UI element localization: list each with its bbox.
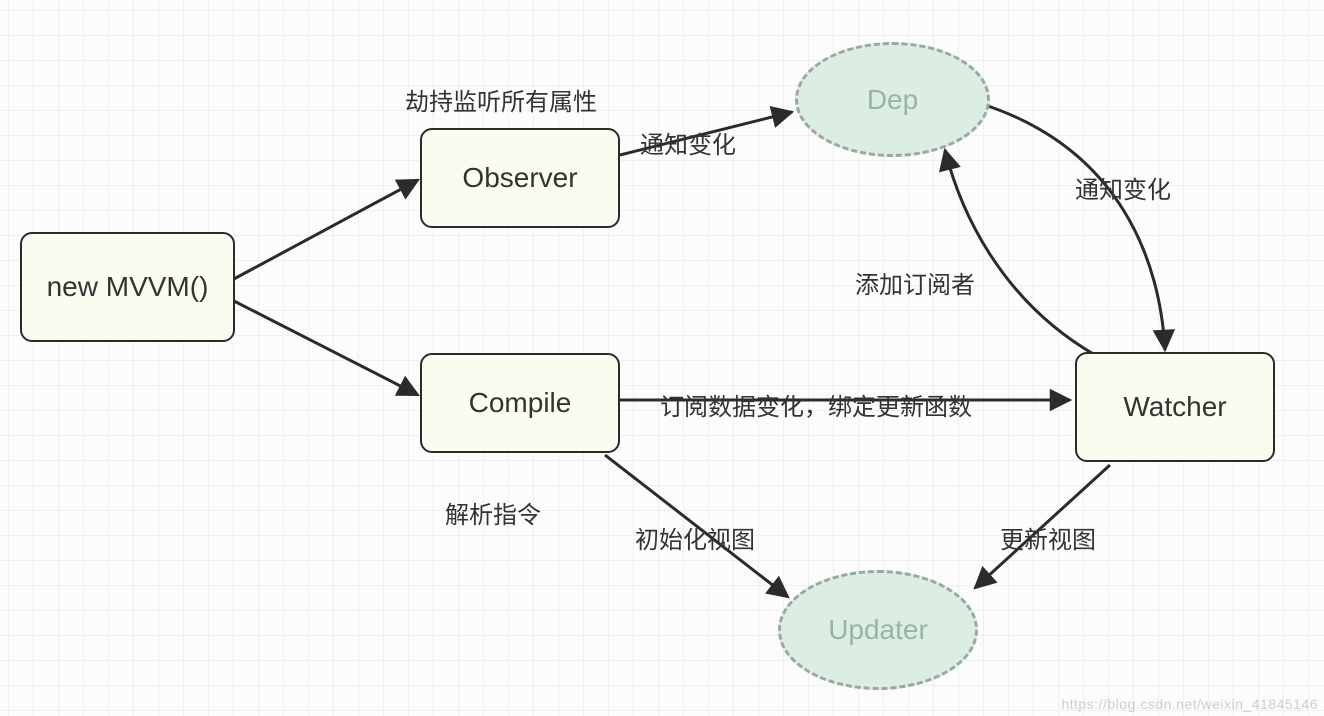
node-mvvm: new MVVM(): [20, 232, 235, 342]
edge-label-watcher-dep: 添加订阅者: [855, 265, 975, 300]
edge-label-dep-watcher: 通知变化: [1075, 170, 1171, 205]
edge-label-watcher-updater: 更新视图: [1000, 520, 1096, 555]
node-watcher: Watcher: [1075, 352, 1275, 462]
node-compile: Compile: [420, 353, 620, 453]
edge-label-compile-updater: 初始化视图: [635, 520, 755, 555]
edge-label-observer-dep: 通知变化: [640, 125, 736, 160]
node-mvvm-label: new MVVM(): [47, 271, 209, 303]
node-dep: Dep: [795, 42, 990, 157]
node-observer: Observer: [420, 128, 620, 228]
node-compile-label: Compile: [469, 387, 572, 419]
caption-observer: 劫持监听所有属性: [405, 82, 597, 117]
edge-label-compile-watcher: 订阅数据变化，绑定更新函数: [660, 387, 972, 422]
node-updater-label: Updater: [828, 614, 928, 646]
watermark: https://blog.csdn.net/weixin_41845146: [1061, 696, 1318, 712]
node-dep-label: Dep: [867, 84, 918, 116]
caption-compile: 解析指令: [445, 495, 541, 530]
node-observer-label: Observer: [462, 162, 577, 194]
node-updater: Updater: [778, 570, 978, 690]
diagram-canvas: new MVVM() Observer 劫持监听所有属性 Compile 解析指…: [0, 0, 1324, 716]
node-watcher-label: Watcher: [1123, 391, 1226, 423]
